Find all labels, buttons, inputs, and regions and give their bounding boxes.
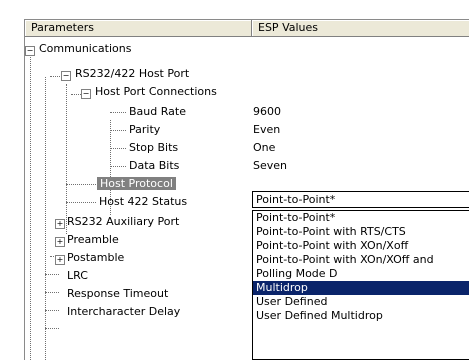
host-protocol-dropdown-list[interactable]: Point-to-Point* Point-to-Point with RTS/… — [252, 210, 469, 360]
tree-item-label: Preamble — [67, 233, 119, 246]
collapse-icon[interactable]: − — [25, 46, 35, 56]
tree-item-baud-rate[interactable]: Baud Rate — [129, 103, 186, 121]
dropdown-option[interactable]: Point-to-Point with XOn/Xoff — [253, 239, 469, 253]
tree-item-host-422-status[interactable]: Host 422 Status — [99, 193, 187, 211]
tree-line — [110, 130, 126, 131]
dropdown-option[interactable]: Point-to-Point with RTS/CTS — [253, 225, 469, 239]
tree-item-intercharacter-delay[interactable]: Intercharacter Delay — [67, 303, 180, 321]
tree-item-label: Parity — [129, 123, 161, 136]
tree-line — [50, 76, 60, 77]
dropdown-option[interactable]: User Defined — [253, 295, 469, 309]
tree-line — [71, 94, 81, 95]
value-baud-rate[interactable]: 9600 — [253, 103, 281, 121]
tree-item-response-timeout[interactable]: Response Timeout — [67, 285, 168, 303]
tree-item-label: Communications — [39, 42, 132, 55]
collapse-icon[interactable]: − — [61, 71, 71, 81]
dropdown-option[interactable]: User Defined Multidrop — [253, 309, 469, 323]
tree-line — [45, 328, 59, 329]
tree-item-label: RS232 Auxiliary Port — [67, 215, 180, 228]
dropdown-option-highlighted[interactable]: Multidrop — [253, 281, 469, 295]
expand-icon[interactable]: + — [55, 237, 65, 247]
tree-item-label: Postamble — [67, 251, 125, 264]
tree-line — [45, 77, 46, 360]
tree-line — [45, 310, 59, 311]
column-header-parameters-label: Parameters — [31, 21, 94, 34]
tree-item-label: Intercharacter Delay — [67, 305, 181, 318]
tree-item-label: LRC — [67, 269, 88, 282]
tree-item-preamble[interactable]: Preamble — [67, 231, 119, 249]
tree-item-label: Host Port Connections — [95, 85, 217, 98]
tree-item-rs232-auxiliary-port[interactable]: RS232 Auxiliary Port — [67, 213, 179, 231]
tree-item-label: Data Bits — [129, 159, 180, 172]
dropdown-option[interactable]: Polling Mode D — [253, 267, 469, 281]
value-parity[interactable]: Even — [253, 121, 280, 139]
tree-line — [66, 202, 96, 203]
tree-item-lrc[interactable]: LRC — [67, 267, 88, 285]
collapse-icon[interactable]: − — [81, 89, 91, 99]
tree-item-rs232-host-port[interactable]: RS232/422 Host Port — [75, 65, 189, 83]
parameters-tree-view[interactable]: Parameters ESP Values − Communications −… — [24, 19, 469, 360]
value-stop-bits[interactable]: One — [253, 139, 275, 157]
tree-item-label: Baud Rate — [129, 105, 186, 118]
combobox-value: Point-to-Point* — [256, 193, 336, 206]
expand-icon[interactable]: + — [55, 219, 65, 229]
tree-item-host-protocol[interactable]: Host Protocol — [97, 175, 176, 193]
tree-item-data-bits[interactable]: Data Bits — [129, 157, 179, 175]
tree-line — [110, 166, 126, 167]
value-data-bits[interactable]: Seven — [253, 157, 287, 175]
tree-item-parity[interactable]: Parity — [129, 121, 160, 139]
tree-item-label: Stop Bits — [129, 141, 179, 154]
tree-item-label: Host 422 Status — [99, 195, 188, 208]
host-protocol-combobox[interactable]: Point-to-Point* — [252, 191, 469, 208]
tree-item-stop-bits[interactable]: Stop Bits — [129, 139, 178, 157]
tree-line — [30, 50, 31, 360]
column-header-parameters[interactable]: Parameters — [25, 20, 252, 37]
dropdown-option[interactable]: Point-to-Point with XOn/XOff and — [253, 253, 469, 267]
tree-item-label: Host Protocol — [97, 177, 176, 190]
tree-line — [110, 112, 126, 113]
column-header-esp-values[interactable]: ESP Values — [252, 20, 469, 37]
tree-item-host-port-connections[interactable]: Host Port Connections — [95, 83, 217, 101]
tree-line — [110, 148, 126, 149]
tree-line — [66, 184, 96, 185]
expand-icon[interactable]: + — [55, 255, 65, 265]
tree-item-label: RS232/422 Host Port — [75, 67, 190, 80]
tree-item-label: Response Timeout — [67, 287, 169, 300]
tree-line — [45, 274, 59, 275]
tree-item-postamble[interactable]: Postamble — [67, 249, 124, 267]
tree-line — [45, 292, 59, 293]
tree-line — [66, 84, 67, 234]
column-header-esp-values-label: ESP Values — [258, 21, 319, 34]
dropdown-option[interactable]: Point-to-Point* — [253, 211, 469, 225]
tree-item-communications[interactable]: Communications — [39, 40, 131, 58]
